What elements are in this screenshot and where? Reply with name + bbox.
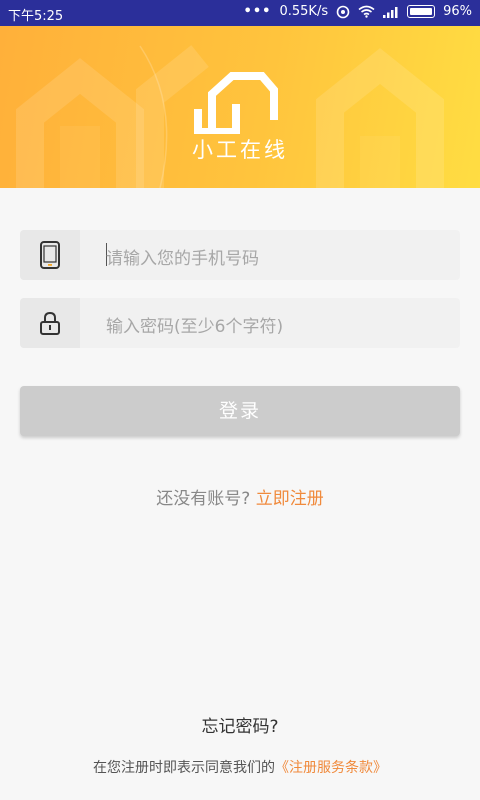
terms-notice: 在您注册时即表示同意我们的《注册服务条款》	[0, 757, 480, 777]
signal-icon	[383, 6, 398, 18]
terms-prefix: 在您注册时即表示同意我们的	[93, 760, 275, 776]
phone-icon-box	[20, 230, 80, 280]
register-link[interactable]: 立即注册	[256, 489, 324, 509]
lock-icon	[40, 311, 60, 335]
lock-icon-box	[20, 298, 80, 348]
battery-level: 96%	[443, 4, 472, 19]
battery-icon	[407, 5, 436, 18]
status-time: 下午5:25	[8, 9, 64, 24]
login-button[interactable]: 登录	[20, 386, 460, 436]
forgot-password-link[interactable]: 忘记密码?	[0, 712, 480, 737]
terms-link[interactable]: 《注册服务条款》	[275, 760, 387, 776]
password-field[interactable]: 输入密码(至少6个字符)	[20, 298, 460, 348]
header-banner: 小工在线	[0, 26, 480, 188]
app-name: 小工在线	[192, 138, 288, 162]
house-logo-icon	[194, 72, 278, 134]
status-icons: ••• 0.55K/s 96%	[244, 4, 472, 19]
phone-icon	[40, 241, 60, 269]
wifi-icon	[358, 5, 375, 18]
phone-input[interactable]: 请输入您的手机号码	[106, 244, 259, 269]
password-input[interactable]: 输入密码(至少6个字符)	[106, 312, 283, 337]
register-prompt-text: 还没有账号?	[156, 489, 251, 509]
hotspot-icon	[336, 5, 350, 18]
register-prompt: 还没有账号? 立即注册	[0, 484, 480, 509]
phone-field[interactable]: 请输入您的手机号码	[20, 230, 460, 280]
more-dots-icon: •••	[243, 4, 272, 19]
status-bar: 下午5:25 ••• 0.55K/s 96%	[0, 0, 480, 26]
network-speed: 0.55K/s	[279, 4, 329, 19]
